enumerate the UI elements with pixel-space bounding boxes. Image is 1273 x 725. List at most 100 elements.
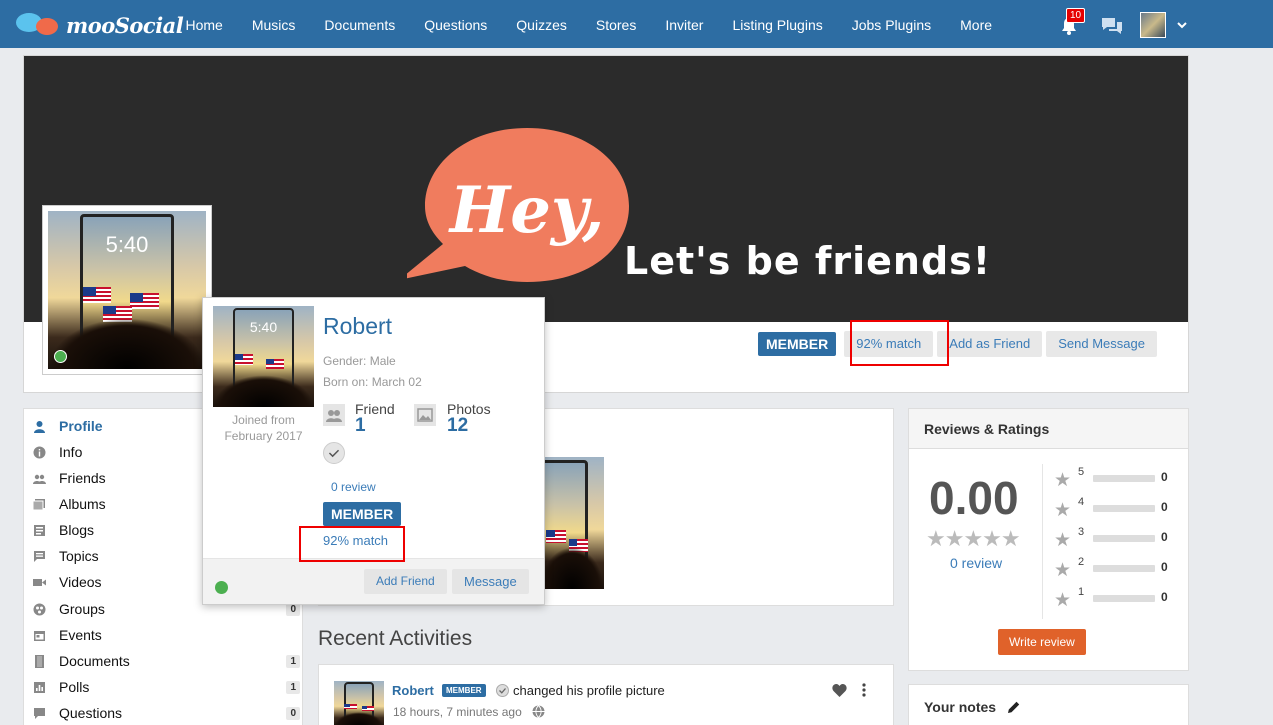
logo-icon — [16, 11, 62, 39]
sidebar-item-label: Events — [59, 627, 102, 643]
nav-documents[interactable]: Documents — [310, 0, 410, 48]
hover-card-name[interactable]: Robert — [323, 313, 392, 340]
sidebar-item-label: Polls — [59, 679, 90, 695]
sidebar-item-label: Albums — [59, 496, 106, 512]
rating-bar — [1093, 505, 1155, 512]
online-status-icon — [54, 350, 67, 363]
profile-avatar[interactable]: 5:40 — [42, 205, 212, 375]
activity-item: Robert MEMBER changed his profile pictur… — [318, 664, 894, 725]
logo-text: mooSocial — [66, 12, 184, 38]
info-icon — [33, 446, 46, 458]
joined-date: Joined from February 2017 — [224, 413, 303, 443]
chevron-down-icon[interactable] — [1176, 20, 1188, 30]
sidebar-item-label: Groups — [59, 601, 105, 617]
member-badge: MEMBER — [758, 332, 837, 356]
rating-row-2: ★ 2 0 — [1054, 556, 1168, 581]
nav-quizzes[interactable]: Quizzes — [502, 0, 582, 48]
sidebar-item-label: Questions — [59, 705, 123, 721]
globe-icon — [532, 705, 545, 718]
sidebar-item-label: Friends — [59, 470, 106, 486]
write-review-button[interactable]: Write review — [998, 629, 1086, 655]
add-friend-button[interactable]: Add as Friend — [937, 331, 1043, 357]
more-options-icon[interactable] — [862, 683, 866, 697]
chat-icon[interactable] — [1101, 17, 1123, 35]
reviews-ratings-card: Reviews & Ratings 0.00 ★★★★★ 0 review ★ … — [908, 408, 1189, 671]
rating-row-5: ★ 5 0 — [1054, 466, 1168, 491]
friends-icon — [323, 404, 345, 426]
verified-icon — [323, 442, 345, 464]
verified-icon — [496, 684, 509, 697]
activity-user-name[interactable]: Robert — [392, 683, 434, 698]
gender-line: Gender: Male — [323, 354, 396, 368]
pencil-icon[interactable] — [1007, 700, 1021, 714]
notes-card: Your notes — [908, 684, 1189, 725]
send-message-button[interactable]: Send Message — [1046, 331, 1157, 357]
star-icon: ★ — [1054, 500, 1072, 521]
sidebar-item-polls[interactable]: Polls 1 — [24, 674, 302, 700]
friend-count[interactable]: 1 — [355, 415, 366, 437]
poll-icon — [34, 681, 45, 693]
sidebar-item-label: Info — [59, 444, 83, 460]
avatar[interactable] — [1140, 12, 1166, 38]
review-count-link[interactable]: 0 review — [950, 555, 1002, 571]
site-logo[interactable]: mooSocial — [16, 11, 184, 39]
rating-row-1: ★ 1 0 — [1054, 586, 1168, 611]
add-friend-button[interactable]: Add Friend — [364, 569, 447, 594]
friends-icon — [33, 474, 46, 484]
message-button[interactable]: Message — [452, 569, 529, 594]
star-icon: ★ — [1054, 530, 1072, 551]
profile-header: Hey, Let's be friends! 5:40 MEMBER 92% m… — [23, 55, 1189, 393]
hover-card-footer: Add Friend Message — [203, 558, 544, 604]
rating-score: 0.00 — [929, 472, 1019, 524]
recent-activities-title: Recent Activities — [318, 627, 473, 650]
photos-icon — [414, 404, 436, 426]
activity-thumbnail[interactable] — [334, 681, 384, 725]
sidebar-item-events[interactable]: Events — [24, 622, 302, 648]
nav-questions[interactable]: Questions — [410, 0, 502, 48]
nav-listing-plugins[interactable]: Listing Plugins — [718, 0, 837, 48]
profile-actions: MEMBER 92% match Add as Friend Send Mess… — [758, 331, 1157, 357]
question-icon — [34, 707, 45, 719]
hover-card-avatar-clock: 5:40 — [249, 319, 278, 336]
hover-card-avatar[interactable]: 5:40 — [213, 306, 314, 407]
member-badge: MEMBER — [323, 502, 402, 526]
born-line: Born on: March 02 — [323, 375, 422, 389]
rating-row-4: ★ 4 0 — [1054, 496, 1168, 521]
sidebar-item-questions[interactable]: Questions 0 — [24, 700, 302, 725]
hover-card-review-link[interactable]: 0 review — [331, 480, 376, 494]
nav-stores[interactable]: Stores — [581, 0, 650, 48]
notification-badge: 10 — [1066, 8, 1086, 23]
sidebar-item-documents[interactable]: Documents 1 — [24, 648, 302, 674]
online-status-icon — [215, 581, 228, 594]
rating-row-3: ★ 3 0 — [1054, 526, 1168, 551]
photos-count[interactable]: 12 — [447, 415, 468, 437]
nav-musics[interactable]: Musics — [237, 0, 310, 48]
sidebar-item-label: Videos — [59, 574, 102, 590]
bubble-text: Hey, — [448, 173, 605, 248]
cover-tagline: Let's be friends! — [624, 239, 992, 283]
nav-home[interactable]: Home — [171, 0, 237, 48]
speech-bubble-icon: Hey, — [407, 128, 629, 282]
sidebar-item-label: Blogs — [59, 522, 95, 538]
nav-more[interactable]: More — [946, 0, 1007, 48]
album-thumbnail[interactable] — [540, 457, 604, 589]
calendar-icon — [34, 630, 45, 641]
blogs-icon — [34, 524, 45, 536]
sidebar-item-label: Topics — [59, 548, 99, 564]
star-icon: ★ — [1054, 560, 1072, 581]
member-badge: MEMBER — [442, 684, 486, 697]
topics-icon — [34, 550, 45, 562]
star-icon: ★ — [1054, 470, 1072, 491]
user-icon — [34, 420, 45, 433]
sidebar-item-label: Profile — [59, 418, 103, 434]
rating-bar — [1093, 565, 1155, 572]
sidebar-item-count: 0 — [286, 706, 300, 720]
sidebar-item-count: 1 — [286, 680, 300, 694]
nav-inviter[interactable]: Inviter — [651, 0, 718, 48]
nav-jobs-plugins[interactable]: Jobs Plugins — [837, 0, 945, 48]
activity-text: changed his profile picture — [513, 683, 665, 698]
avatar-clock: 5:40 — [105, 231, 149, 257]
heart-icon[interactable] — [832, 684, 847, 697]
video-icon — [33, 578, 46, 586]
sidebar-item-count: 1 — [286, 654, 300, 668]
